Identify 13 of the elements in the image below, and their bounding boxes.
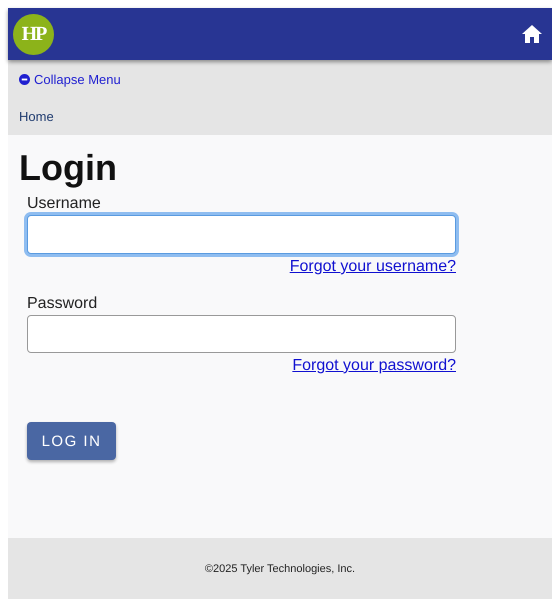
field-label: Username [27,195,102,213]
login-button[interactable]: LOG IN [27,422,116,460]
field-label: Password [27,295,98,313]
breadcrumb-link[interactable]: Home [19,109,541,124]
input-field[interactable] [27,215,456,254]
minus-circle-icon [19,74,30,85]
copyright-text: ©2025 Tyler Technologies, Inc. [204,562,356,574]
home-icon[interactable] [522,25,542,43]
input-field[interactable] [27,315,456,353]
page-title: Login [19,147,118,189]
collapse-menu-link[interactable]: Collapse Menu [19,72,541,87]
forgot-link[interactable]: Forgot your password? [292,357,456,375]
forgot-link[interactable]: Forgot your username? [290,258,456,276]
